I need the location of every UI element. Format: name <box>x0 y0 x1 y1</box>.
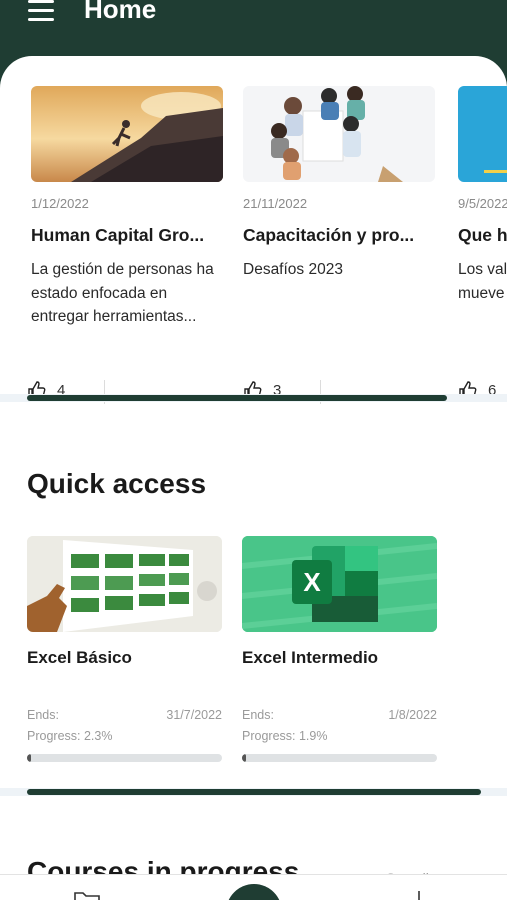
quick-access-scrollbar-track <box>0 788 507 796</box>
ends-date: 1/8/2022 <box>388 708 437 722</box>
news-scrollbar-track <box>0 394 507 402</box>
quick-access-scrollbar-thumb[interactable] <box>27 789 481 795</box>
progress-label: Progress: 1.9% <box>242 729 328 743</box>
course-meta: Ends: 31/7/2022 Progress: 2.3% <box>27 708 222 750</box>
course-card-excel-basico[interactable]: Excel Básico Ends: 31/7/2022 Progress: 2.… <box>27 536 223 762</box>
progress-label: Progress: 2.3% <box>27 729 113 743</box>
news-image-team-meeting <box>243 86 435 182</box>
svg-text:X: X <box>303 567 321 597</box>
course-meta: Ends: 1/8/2022 Progress: 1.9% <box>242 708 437 750</box>
progress-bar <box>27 754 222 762</box>
ends-label: Ends: <box>242 708 274 722</box>
ends-label: Ends: <box>27 708 59 722</box>
news-description: La gestión de personas ha estado enfocad… <box>31 261 214 325</box>
progress-bar <box>242 754 437 762</box>
folder-icon[interactable] <box>74 891 100 900</box>
news-title[interactable]: Human Capital Gro... <box>31 225 225 246</box>
plus-icon[interactable] <box>412 891 426 900</box>
news-scrollbar-thumb[interactable] <box>27 395 447 401</box>
news-card[interactable]: 1/12/2022 Human Capital Gro... La gestió… <box>31 86 231 330</box>
menu-icon[interactable] <box>28 0 58 22</box>
course-card-excel-intermedio[interactable]: X Excel Intermedio Ends: 1/8/2022 Progres… <box>242 536 438 762</box>
news-date: 21/11/2022 <box>243 196 308 211</box>
news-card[interactable]: 21/11/2022 Capacitación y pro... Desafío… <box>243 86 443 330</box>
quick-access-title: Quick access <box>27 468 207 499</box>
news-description: Desafíos 2023 <box>243 261 343 278</box>
course-image-excel-logo: X <box>242 536 437 632</box>
news-image-climber <box>31 86 223 182</box>
news-description: Los val mueve <box>458 261 507 302</box>
course-name: Excel Intermedio <box>242 648 379 667</box>
course-image-spreadsheet <box>27 536 222 632</box>
news-image-blue <box>458 86 507 182</box>
news-title[interactable]: Que h <box>458 225 507 246</box>
progress-fill <box>242 754 246 762</box>
ends-date: 31/7/2022 <box>166 708 222 722</box>
course-name: Excel Básico <box>27 648 132 667</box>
news-carousel[interactable]: 1/12/2022 Human Capital Gro... La gestió… <box>27 86 507 404</box>
content-sheet: 1/12/2022 Human Capital Gro... La gestió… <box>0 56 507 900</box>
news-date: 9/5/2022 <box>458 196 507 211</box>
news-title[interactable]: Capacitación y pro... <box>243 225 437 246</box>
page-title: Home <box>84 0 157 24</box>
news-card[interactable]: 9/5/2022 Que h Los val mueve <box>458 86 507 330</box>
progress-fill <box>27 754 32 762</box>
news-date: 1/12/2022 <box>31 196 89 211</box>
